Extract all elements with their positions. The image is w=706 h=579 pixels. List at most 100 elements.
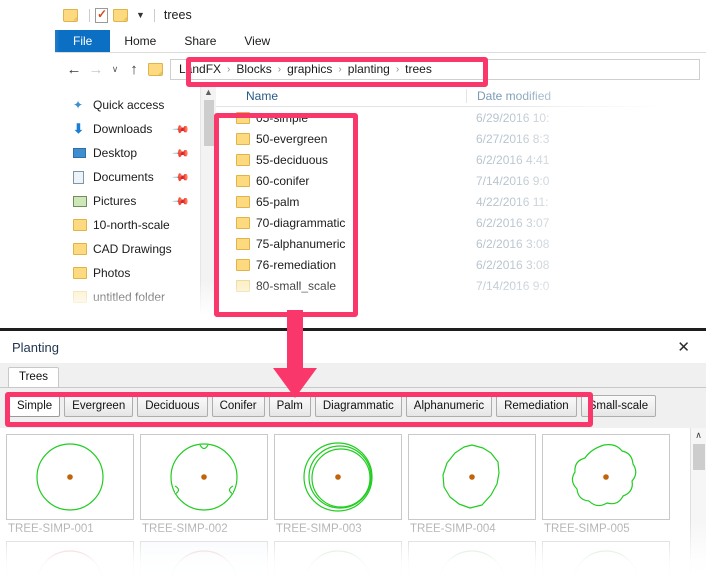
column-header-date-modified[interactable]: Date modified [466,88,551,103]
thumbnail-label: TREE-SIMP-004 [410,523,496,535]
planting-dialog: Planting ✕ Trees Simple Evergreen Decidu… [0,328,706,579]
navigation-pane: ✦ Quick access ⬇ Downloads 📌 Desktop 📌 D… [55,85,200,320]
recent-locations-button[interactable]: ∨ [107,64,123,74]
file-name: 05-simple [256,110,309,125]
category-button-evergreen[interactable]: Evergreen [64,395,134,417]
category-button-simple[interactable]: Simple [9,395,61,417]
thumbnail-preview[interactable] [542,434,670,520]
navigation-pane-scrollbar[interactable]: ▲ [200,85,216,320]
table-row[interactable]: 65-palm 4/22/2016 11: [216,191,706,212]
list-item[interactable]: TREE-SIMP-002 [140,434,268,539]
thumbnail-preview[interactable] [274,541,402,579]
folder-icon [236,279,256,292]
thumbnail-label: TREE-SIMP-001 [8,523,94,535]
list-item[interactable]: TREE-SIMP-005 [542,434,670,539]
sidebar-item-pictures[interactable]: Pictures 📌 [55,189,200,213]
category-button-conifer[interactable]: Conifer [211,395,265,417]
table-row[interactable]: 70-diagrammatic 6/2/2016 3:07 [216,212,706,233]
dialog-title-bar: Planting ✕ [0,331,706,363]
sidebar-item-documents[interactable]: Documents 📌 [55,165,200,189]
sidebar-item-desktop[interactable]: Desktop 📌 [55,141,200,165]
thumbnail-preview[interactable] [140,541,268,579]
table-row[interactable]: 05-simple 6/29/2016 10: [216,107,706,128]
column-header-name[interactable]: Name [216,89,466,103]
breadcrumb-item-planting[interactable]: planting [348,62,390,76]
scroll-up-icon[interactable]: ∧ [695,430,702,441]
breadcrumb-item-graphics[interactable]: graphics [287,62,332,76]
back-button[interactable]: ← [63,62,85,77]
list-item[interactable] [408,541,536,579]
document-icon [73,170,93,184]
breadcrumb-item-landfx[interactable]: LandFX [179,62,221,76]
table-row[interactable]: 50-evergreen 6/27/2016 8:3 [216,128,706,149]
sidebar-item-quick-access[interactable]: ✦ Quick access [55,93,200,117]
category-button-diagrammatic[interactable]: Diagrammatic [314,395,402,417]
table-row[interactable]: 60-conifer 7/14/2016 9:0 [216,170,706,191]
close-icon[interactable]: ✕ [671,336,696,359]
list-item[interactable]: TREE-SIMP-003 [274,434,402,539]
pin-icon[interactable]: 📌 [172,168,191,186]
category-button-deciduous[interactable]: Deciduous [137,395,208,417]
scrollbar-thumb[interactable] [692,444,705,470]
file-name: 70-diagrammatic [256,215,346,230]
thumbnail-preview[interactable] [6,434,134,520]
forward-button[interactable]: → [85,62,107,77]
ribbon-tab-file[interactable]: File [55,30,111,52]
sidebar-item-cad-drawings[interactable]: CAD Drawings [55,237,200,261]
sidebar-item-downloads[interactable]: ⬇ Downloads 📌 [55,117,200,141]
thumbnail-preview[interactable] [274,434,402,520]
list-item[interactable] [274,541,402,579]
list-item[interactable] [542,541,670,579]
table-row[interactable]: 55-deciduous 6/2/2016 4:41 [216,149,706,170]
up-button[interactable]: ↑ [123,62,145,77]
sidebar-item-photos[interactable]: Photos [55,261,200,285]
tree-symbol-circle-icon [36,443,104,511]
sidebar-label: 10-north-scale [93,218,170,232]
list-item[interactable] [140,541,268,579]
thumbnail-preview[interactable] [542,541,670,579]
sidebar-item-untitled-folder[interactable]: untitled folder [55,285,200,309]
list-item[interactable] [6,541,134,579]
list-item[interactable]: TREE-SIMP-001 [6,434,134,539]
thumbnail-preview[interactable] [140,434,268,520]
ribbon-tab-share[interactable]: Share [170,30,230,52]
file-name: 75-alphanumeric [256,236,346,251]
list-item[interactable]: TREE-SIMP-004 [408,434,536,539]
file-date: 6/2/2016 4:41 [476,152,550,167]
breadcrumb-separator-icon: › [227,63,231,75]
category-button-small-scale[interactable]: Small-scale [580,395,657,417]
scrollbar-thumb[interactable] [203,100,214,146]
pin-icon[interactable]: 📌 [172,120,191,138]
thumbnail-preview[interactable] [408,541,536,579]
breadcrumb-separator-icon-3: › [338,63,342,75]
table-row[interactable]: 80-small_scale 7/14/2016 9:0 [216,275,706,296]
sidebar-label: CAD Drawings [93,242,172,256]
gallery-scrollbar[interactable]: ∧ [690,428,706,579]
scroll-up-icon[interactable]: ▲ [204,87,213,97]
table-row[interactable]: 76-remediation 6/2/2016 3:08 [216,254,706,275]
breadcrumb-item-trees[interactable]: trees [405,62,432,76]
table-row[interactable]: 75-alphanumeric 6/2/2016 3:08 [216,233,706,254]
picture-icon [73,195,93,207]
sidebar-label: Downloads [93,122,153,136]
breadcrumb[interactable]: LandFX › Blocks › graphics › planting › … [170,58,700,80]
category-button-alphanumeric[interactable]: Alphanumeric [405,395,493,417]
thumbnail-preview[interactable] [408,434,536,520]
sidebar-item-10-north-scale[interactable]: 10-north-scale [55,213,200,237]
properties-icon[interactable] [95,7,108,23]
category-button-remediation[interactable]: Remediation [496,395,577,417]
tab-trees[interactable]: Trees [8,367,59,387]
folder-icon [73,243,93,255]
pin-icon[interactable]: 📌 [172,192,191,210]
file-date: 6/2/2016 3:08 [476,257,550,272]
chevron-down-icon[interactable]: ▼ [136,10,145,20]
annotation-arrow [265,310,325,400]
folder-icon[interactable] [63,8,80,23]
breadcrumb-item-blocks[interactable]: Blocks [236,62,271,76]
thumbnail-preview[interactable] [6,541,134,579]
ribbon-tab-view[interactable]: View [230,30,284,52]
ribbon-tab-home[interactable]: Home [110,30,170,52]
new-folder-icon[interactable] [113,8,130,23]
pin-icon[interactable]: 📌 [172,144,191,162]
tree-symbol-lobed-icon [571,444,637,507]
